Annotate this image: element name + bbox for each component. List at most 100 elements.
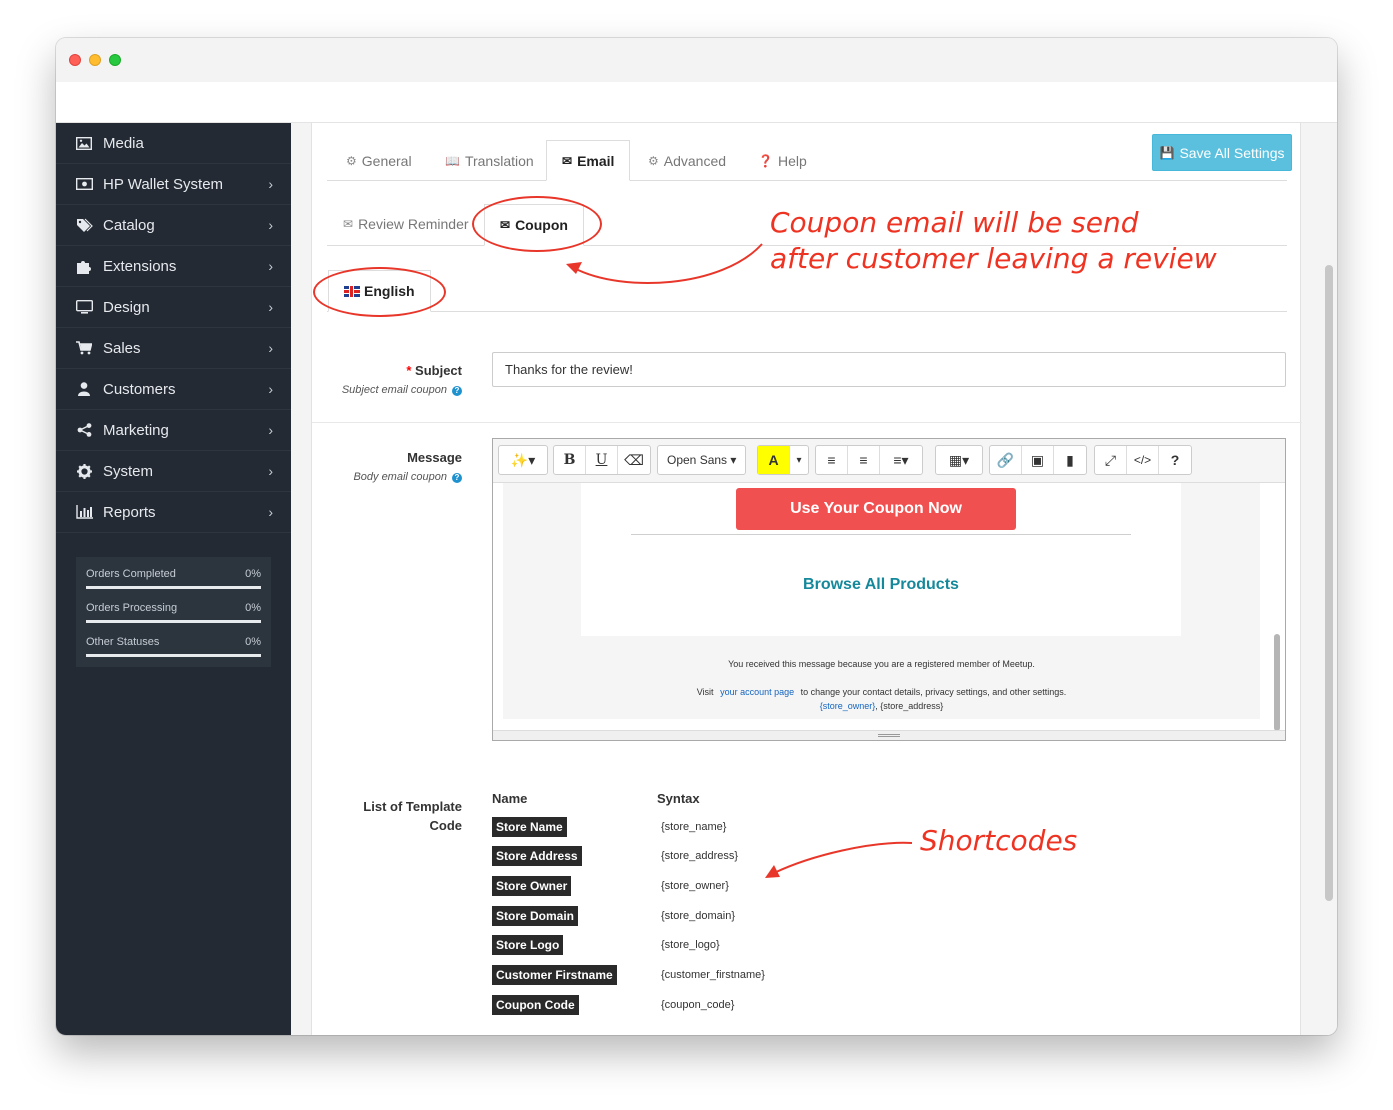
chevron-right-icon: › bbox=[268, 422, 273, 438]
store-owner-link[interactable]: {store_owner} bbox=[820, 701, 876, 711]
template-code-syntax: {store_domain} bbox=[661, 910, 735, 922]
editor-toolbar: ✨▾ B U ⌫ Open Sans ▾ A ▾ ≡ ≡ ≡▾ ▦▾ 🔗 ▣ ▮… bbox=[493, 439, 1285, 483]
template-code-syntax: {customer_firstname} bbox=[661, 969, 765, 981]
minimize-window-button[interactable] bbox=[89, 54, 101, 66]
template-col-syntax: Syntax bbox=[657, 791, 700, 806]
question-circle-icon: ❓ bbox=[758, 153, 773, 168]
shortcodes-annotation: Shortcodes bbox=[920, 824, 1078, 857]
sidebar-item-label: Reports bbox=[103, 503, 156, 521]
stat-other-statuses: Other Statuses 0% bbox=[86, 635, 261, 669]
video-icon[interactable]: ▮ bbox=[1054, 446, 1086, 474]
editor-scrollbar[interactable] bbox=[1274, 634, 1280, 731]
save-all-settings-button[interactable]: 💾 Save All Settings bbox=[1152, 134, 1292, 171]
wallet-icon bbox=[75, 177, 93, 191]
tab-translation[interactable]: 📖 Translation bbox=[445, 140, 534, 181]
template-code-badge: Coupon Code bbox=[492, 995, 579, 1015]
sidebar-item-label: Catalog bbox=[103, 216, 155, 234]
tab-email[interactable]: ✉ Email bbox=[546, 140, 631, 181]
template-code-syntax: {coupon_code} bbox=[661, 999, 735, 1011]
close-window-button[interactable] bbox=[69, 54, 81, 66]
progress-bar bbox=[86, 586, 261, 589]
sidebar-item-marketing[interactable]: Marketing › bbox=[56, 410, 291, 451]
editor-resize-handle[interactable] bbox=[493, 730, 1285, 740]
underline-icon[interactable]: U bbox=[586, 446, 618, 474]
tab-general[interactable]: ⚙ General bbox=[346, 140, 412, 181]
sidebar-item-customers[interactable]: Customers › bbox=[56, 369, 291, 410]
maximize-window-button[interactable] bbox=[109, 54, 121, 66]
settings-tabs: ⚙ General 📖 Translation ✉ Email ⚙ Advanc… bbox=[327, 140, 1287, 181]
font-family-select[interactable]: Open Sans ▾ bbox=[658, 446, 745, 474]
subject-label: Subject bbox=[415, 363, 462, 378]
chevron-right-icon: › bbox=[268, 504, 273, 520]
annotation-arrow-icon bbox=[566, 243, 763, 285]
puzzle-icon bbox=[75, 259, 93, 274]
chevron-down-icon[interactable]: ▾ bbox=[790, 446, 808, 474]
link-icon[interactable]: 🔗 bbox=[990, 446, 1022, 474]
picture-icon[interactable]: ▣ bbox=[1022, 446, 1054, 474]
envelope-icon: ✉ bbox=[343, 216, 354, 231]
sidebar-item-system[interactable]: System › bbox=[56, 451, 291, 492]
template-col-name: Name bbox=[492, 791, 528, 806]
account-page-link[interactable]: your account page bbox=[720, 687, 794, 697]
help-icon[interactable]: ? bbox=[452, 473, 462, 483]
tab-advanced[interactable]: ⚙ Advanced bbox=[648, 140, 726, 181]
help-icon[interactable]: ? bbox=[452, 386, 462, 396]
template-code-syntax: {store_owner} bbox=[661, 880, 729, 892]
template-label-group: List of Template Code bbox=[312, 799, 462, 833]
stat-orders-completed: Orders Completed 0% bbox=[86, 567, 261, 601]
unordered-list-icon[interactable]: ≡ bbox=[816, 446, 848, 474]
coupon-annotation-line2: after customer leaving a review bbox=[770, 242, 1217, 275]
book-icon: 📖 bbox=[445, 153, 460, 168]
chevron-right-icon: › bbox=[268, 299, 273, 315]
align-icon[interactable]: ≡▾ bbox=[880, 446, 922, 474]
image-icon bbox=[75, 136, 93, 150]
sidebar-item-label: Customers bbox=[103, 380, 176, 398]
ordered-list-icon[interactable]: ≡ bbox=[848, 446, 880, 474]
eraser-icon[interactable]: ⌫ bbox=[618, 446, 650, 474]
chevron-right-icon: › bbox=[268, 176, 273, 192]
sidebar-item-reports[interactable]: Reports › bbox=[56, 492, 291, 533]
editor-content-area[interactable]: Use Your Coupon Now Browse All Products … bbox=[503, 483, 1260, 719]
template-code-badge: Customer Firstname bbox=[492, 965, 617, 985]
template-label-line2: Code bbox=[429, 818, 463, 833]
magic-wand-icon[interactable]: ✨▾ bbox=[499, 446, 547, 474]
sidebar-item-sales[interactable]: Sales › bbox=[56, 328, 291, 369]
bar-chart-icon bbox=[75, 505, 93, 519]
use-coupon-button[interactable]: Use Your Coupon Now bbox=[736, 488, 1016, 530]
footer-store-line: {store_owner}, {store_address} bbox=[819, 701, 944, 711]
message-help-text: Body email coupon bbox=[353, 471, 447, 483]
page-scrollbar[interactable] bbox=[1325, 265, 1333, 901]
cart-icon bbox=[75, 341, 93, 355]
chevron-right-icon: › bbox=[268, 217, 273, 233]
monitor-icon bbox=[75, 300, 93, 314]
sidebar: Media HP Wallet System › Catalog › Exten… bbox=[56, 123, 291, 1035]
tab-review-reminder[interactable]: ✉ Review Reminder bbox=[343, 203, 469, 244]
progress-bar bbox=[86, 620, 261, 623]
email-card: Use Your Coupon Now Browse All Products bbox=[581, 483, 1181, 636]
gear-icon bbox=[75, 463, 93, 479]
user-icon bbox=[75, 382, 93, 396]
fullscreen-icon[interactable]: ⤢ bbox=[1095, 446, 1127, 474]
help-icon[interactable]: ? bbox=[1159, 446, 1191, 474]
template-code-badge: Store Address bbox=[492, 846, 582, 866]
sidebar-item-hp-wallet-system[interactable]: HP Wallet System › bbox=[56, 164, 291, 205]
subject-input[interactable]: Thanks for the review! bbox=[492, 352, 1286, 387]
share-icon bbox=[75, 423, 93, 437]
chevron-right-icon: › bbox=[268, 258, 273, 274]
tab-help[interactable]: ❓ Help bbox=[758, 140, 807, 181]
font-color-icon[interactable]: A bbox=[758, 446, 790, 474]
bold-icon[interactable]: B bbox=[554, 446, 586, 474]
sidebar-item-media[interactable]: Media bbox=[56, 123, 291, 164]
message-editor[interactable]: ✨▾ B U ⌫ Open Sans ▾ A ▾ ≡ ≡ ≡▾ ▦▾ 🔗 ▣ ▮… bbox=[492, 438, 1286, 741]
sidebar-item-design[interactable]: Design › bbox=[56, 287, 291, 328]
gears-icon: ⚙ bbox=[648, 153, 659, 168]
annotation-arrow-icon bbox=[765, 841, 913, 878]
english-tab-highlight bbox=[313, 267, 446, 317]
code-view-icon[interactable]: </> bbox=[1127, 446, 1159, 474]
sidebar-item-extensions[interactable]: Extensions › bbox=[56, 246, 291, 287]
browse-all-products-link[interactable]: Browse All Products bbox=[581, 576, 1181, 594]
sidebar-item-catalog[interactable]: Catalog › bbox=[56, 205, 291, 246]
chevron-right-icon: › bbox=[268, 381, 273, 397]
stat-orders-processing: Orders Processing 0% bbox=[86, 601, 261, 635]
table-icon[interactable]: ▦▾ bbox=[936, 446, 982, 474]
